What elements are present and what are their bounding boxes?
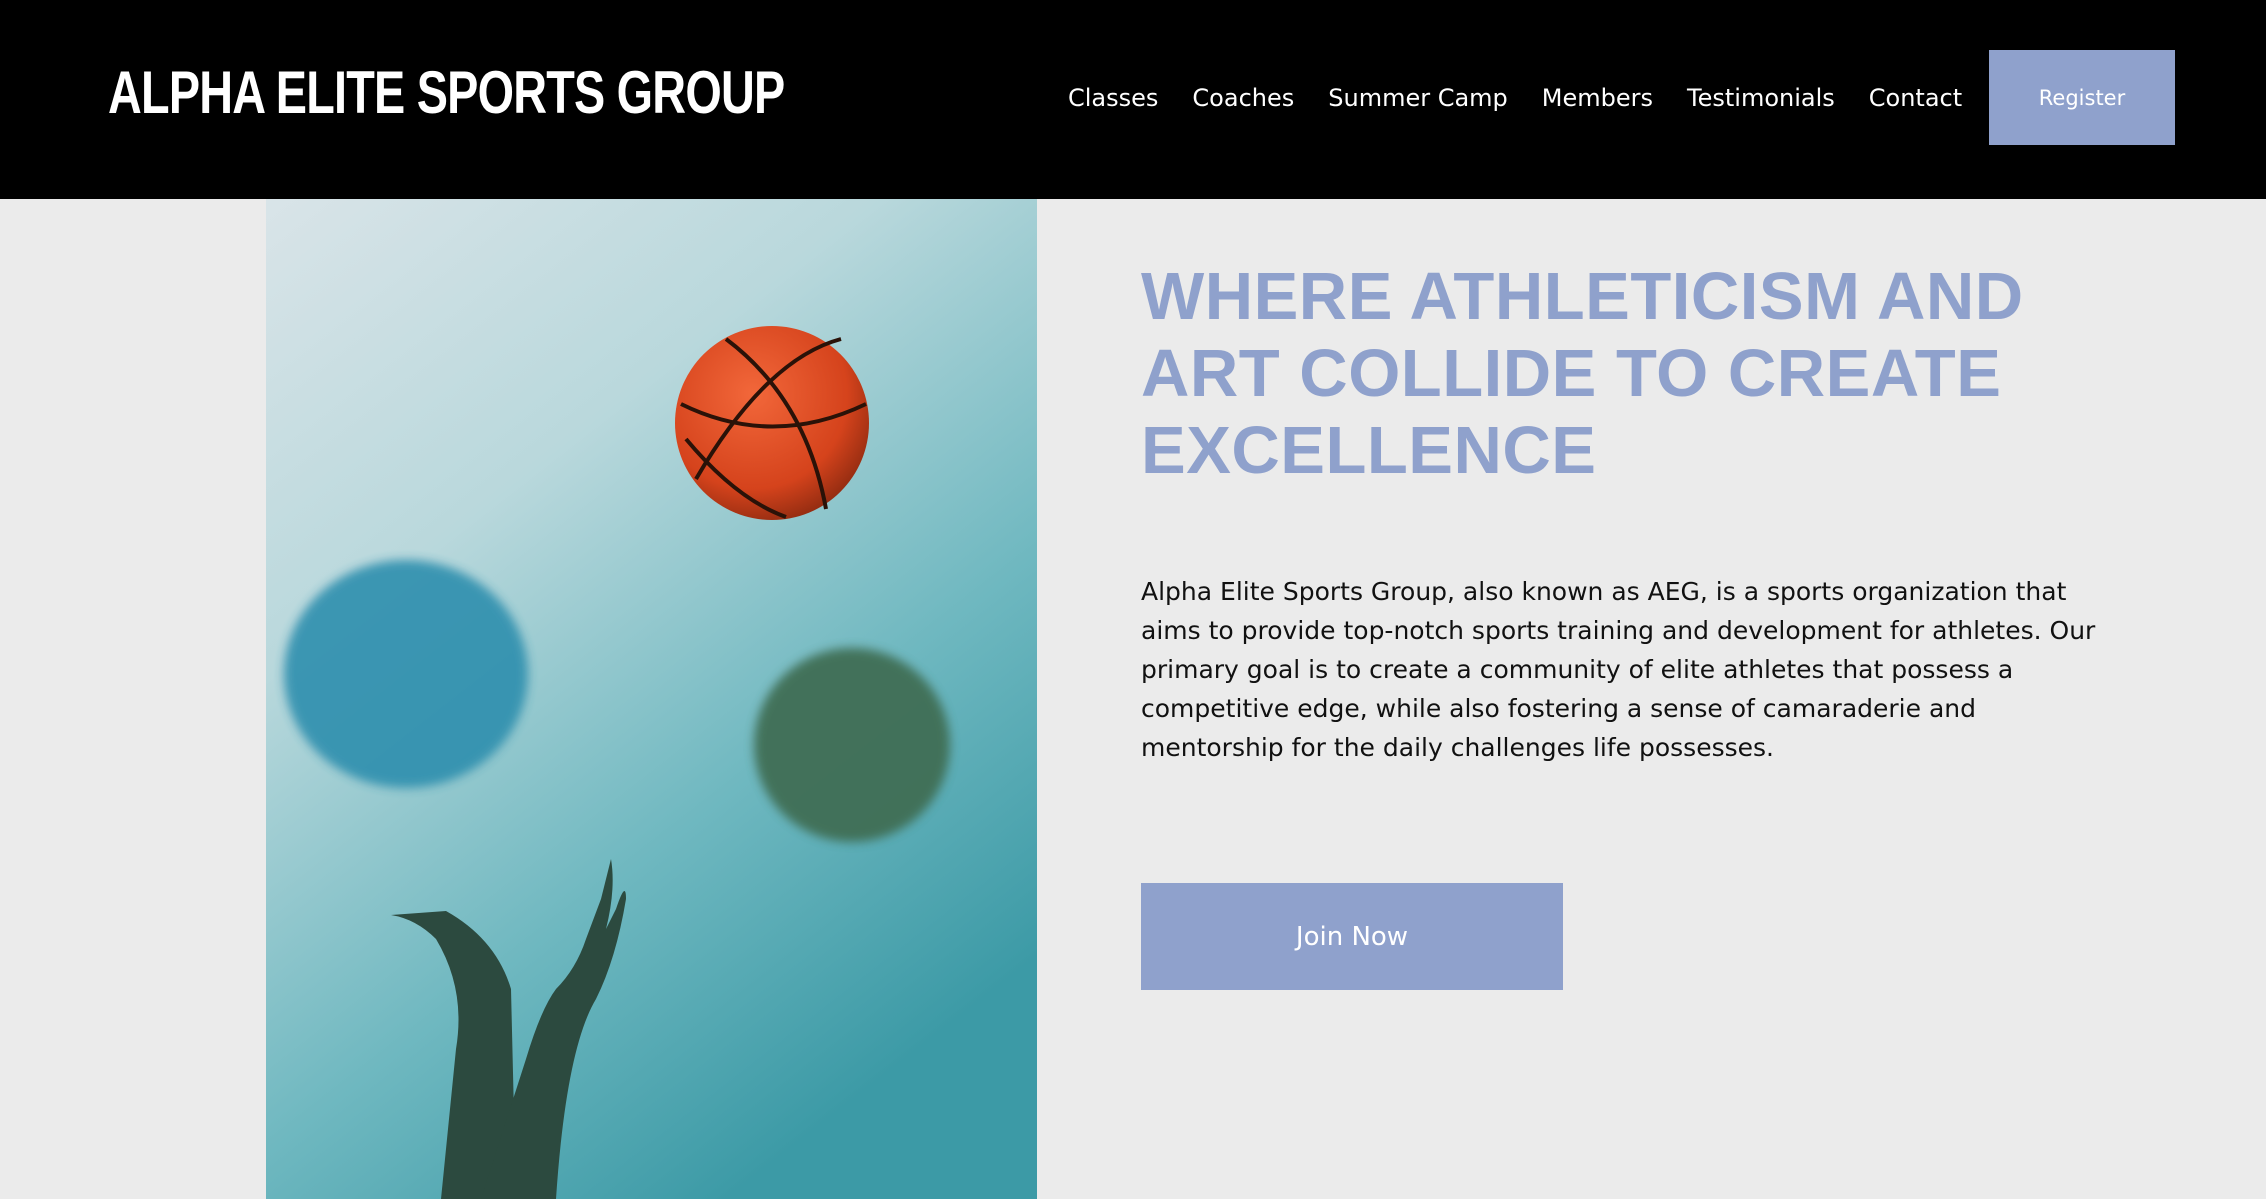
nav-coaches[interactable]: Coaches xyxy=(1192,84,1294,112)
nav-classes[interactable]: Classes xyxy=(1068,84,1158,112)
hero-image xyxy=(266,199,1037,1199)
nav-testimonials[interactable]: Testimonials xyxy=(1687,84,1835,112)
headline-line-2: ART COLLIDE TO CREATE xyxy=(1141,336,2002,411)
main-nav: Classes Coaches Summer Camp Members Test… xyxy=(1068,84,1996,112)
description-line-4: competitive edge, while also fostering a… xyxy=(1141,694,1976,723)
nav-contact[interactable]: Contact xyxy=(1869,84,1962,112)
description-line-3: primary goal is to create a community of… xyxy=(1141,655,2014,684)
hero-description: Alpha Elite Sports Group, also known as … xyxy=(1141,572,2096,767)
hero-headline: WHERE ATHLETICISM AND ART COLLIDE TO CRE… xyxy=(1141,258,2141,489)
description-line-2: aims to provide top-notch sports trainin… xyxy=(1141,616,2096,645)
headline-line-3: EXCELLENCE xyxy=(1141,413,1597,488)
join-now-button[interactable]: Join Now xyxy=(1141,883,1563,990)
headline-line-1: WHERE ATHLETICISM AND xyxy=(1141,259,2024,334)
nav-summer-camp[interactable]: Summer Camp xyxy=(1328,84,1508,112)
nav-members[interactable]: Members xyxy=(1542,84,1653,112)
register-button[interactable]: Register xyxy=(1989,50,2175,145)
basketball-icon xyxy=(675,326,869,520)
description-line-5: mentorship for the daily challenges life… xyxy=(1141,733,1774,762)
description-line-1: Alpha Elite Sports Group, also known as … xyxy=(1141,577,2067,606)
site-logo[interactable]: ALPHA ELITE SPORTS GROUP xyxy=(108,58,785,127)
site-header: ALPHA ELITE SPORTS GROUP Classes Coaches… xyxy=(0,0,2266,199)
